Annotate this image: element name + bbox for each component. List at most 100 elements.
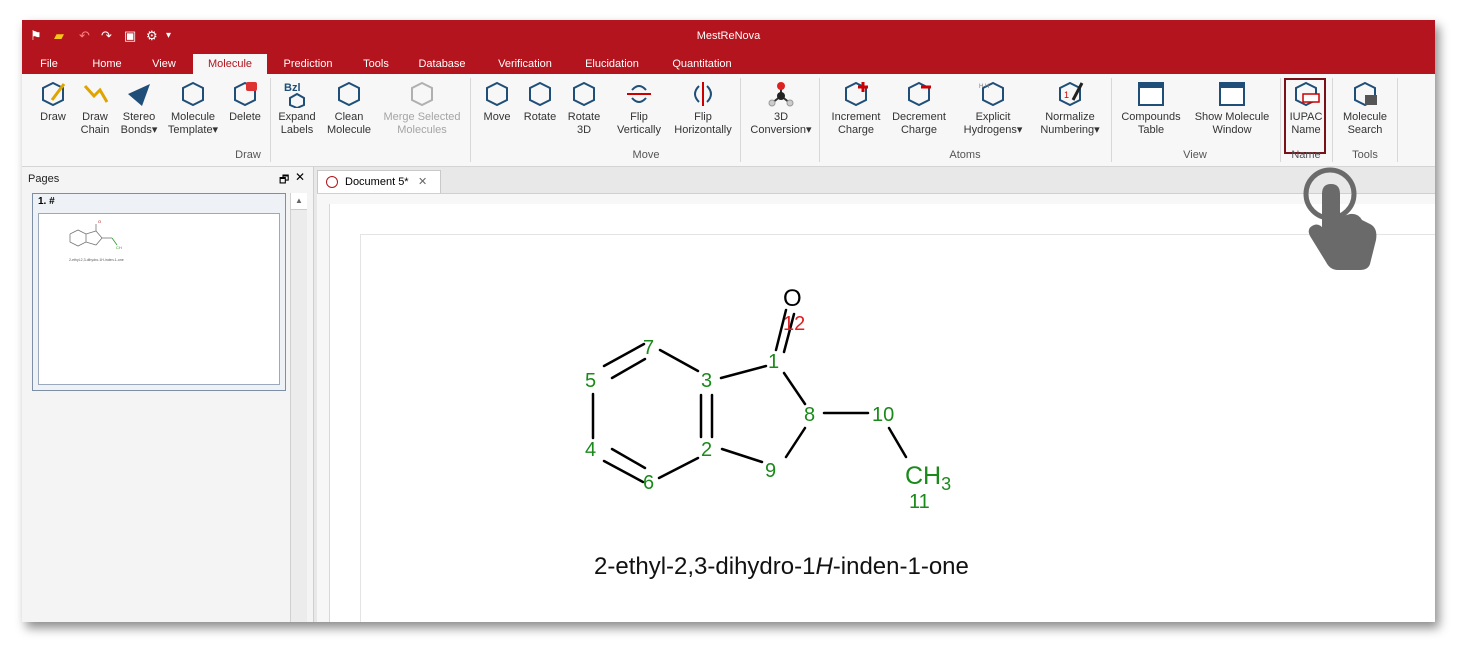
atom-number-2: 2 (701, 439, 713, 461)
merge-selected-molecules-label-line2: Molecules (397, 124, 447, 136)
merge-selected-molecules-button[interactable]: Merge Selected Molecules (380, 80, 464, 137)
pointing-hand-icon (1303, 167, 1377, 270)
tab-label: Document 5* (345, 176, 409, 188)
show-molecule-window-label-line2: Window (1212, 124, 1252, 136)
pages-panel: Pages 🗗 ✕ 1. # O CH 2-ethyl-2,3-dihydro-… (22, 167, 314, 622)
oxygen-atom-number: 12 (783, 313, 806, 335)
clean-molecule-label-line2: Molecule (326, 124, 372, 136)
svg-text:CH: CH (116, 245, 122, 250)
atom-number-11: 11 (909, 491, 930, 513)
pages-scrollbar[interactable]: ▲ (290, 193, 307, 622)
svg-text:Bzl: Bzl (284, 82, 301, 94)
menu-home[interactable]: Home (82, 54, 132, 74)
title-bar: ⚑ ▰ ↶ ↷ ▣ ⚙ ▾ MestReNova (22, 20, 1435, 54)
atom-number-10: 10 (872, 404, 895, 426)
window-title: MestReNova (696, 30, 761, 42)
menu-verification[interactable]: Verification (485, 54, 565, 74)
show-molecule-window-button[interactable]: Show Molecule Window (1190, 80, 1274, 137)
methyl-ch-text: CH (905, 462, 942, 490)
molecule-search-icon (1323, 80, 1407, 108)
ribbon-toolbar: Draw Draw Chain Stereo Bonds▾ Molecule Templat… (22, 74, 1435, 167)
normalize-numbering-icon: 1 (1028, 80, 1112, 108)
group-label-atoms: Atoms (949, 149, 981, 161)
3d-conversion-icon (739, 80, 823, 108)
close-panel-icon[interactable]: ✕ (295, 170, 305, 184)
iupac-name-text: 2-ethyl-2,3-dihydro-1H-inden-1-one (594, 553, 969, 581)
iupac-name-tail: -inden-1-one (832, 553, 969, 580)
compounds-table-label-line2: Table (1137, 124, 1165, 136)
explicit-hydrogens-label-line2: Hydrogens▾ (963, 124, 1023, 136)
atom-number-4: 4 (585, 439, 597, 461)
group-label-tools: Tools (1352, 149, 1378, 161)
svg-text:H H: H H (979, 84, 989, 90)
pages-panel-title: Pages (28, 173, 60, 185)
atom-number-8: 8 (804, 404, 816, 426)
svg-text:O: O (98, 219, 101, 224)
clean-molecule-icon (307, 80, 391, 108)
normalize-numbering-label-line2: Numbering▾ (1040, 124, 1100, 136)
3d-conversion-label-line2: Conversion▾ (750, 124, 812, 136)
document-icon (326, 176, 338, 188)
merge-selected-molecules-label-line1: Merge Selected (383, 111, 461, 123)
menu-database[interactable]: Database (410, 54, 474, 74)
menu-bar: File Home View Molecule Prediction Tools Datab… (22, 54, 1435, 74)
flip-horizontally-button[interactable]: Flip Horizontally (661, 80, 745, 137)
explicit-hydrogens-label-line1: Explicit (975, 111, 1011, 123)
clean-molecule-label-line1: Clean (334, 111, 364, 123)
atom-number-9: 9 (765, 460, 777, 482)
group-label-draw: Draw (235, 149, 261, 161)
svg-text:2-ethyl-2,3-dihydro-1H-inden-1: 2-ethyl-2,3-dihydro-1H-inden-1-one (69, 258, 124, 262)
normalize-numbering-label-line1: Normalize (1045, 111, 1095, 123)
explicit-hydrogens-icon: H H (951, 80, 1035, 108)
close-tab-icon[interactable]: ✕ (418, 171, 427, 193)
menu-view[interactable]: View (142, 54, 186, 74)
atom-number-5: 5 (585, 370, 597, 392)
atom-number-1: 1 (768, 351, 780, 373)
decrement-charge-button[interactable]: Decrement Charge (877, 80, 961, 137)
explicit-hydrogens-button[interactable]: H H Explicit Hydrogens▾ (951, 80, 1035, 137)
flip-horizontally-icon (661, 80, 745, 108)
oxygen-atom-label: O (783, 285, 802, 312)
flip-horizontally-label-line2: Horizontally (674, 124, 732, 136)
show-molecule-window-icon (1190, 80, 1274, 108)
compounds-table-icon (1109, 80, 1193, 108)
molecule-search-label-line2: Search (1347, 124, 1383, 136)
float-panel-icon[interactable]: 🗗 (279, 171, 289, 190)
menu-file[interactable]: File (28, 54, 70, 74)
scroll-up-arrow-icon[interactable]: ▲ (291, 193, 307, 210)
atom-number-3: 3 (701, 370, 713, 392)
page-thumbnail[interactable]: 1. # O CH 2-ethyl-2,3-dihydro-1H-inden-1… (32, 193, 286, 391)
menu-molecule[interactable]: Molecule (193, 54, 267, 74)
decrement-charge-icon (877, 80, 961, 108)
app-window: ⚑ ▰ ↶ ↷ ▣ ⚙ ▾ MestReNova File Home View Mol… (22, 20, 1435, 622)
molecule-template-label-line2: Template▾ (167, 124, 219, 136)
menu-prediction[interactable]: Prediction (275, 54, 341, 74)
molecule-search-label-line1: Molecule (1342, 111, 1388, 123)
compounds-table-button[interactable]: Compounds Table (1109, 80, 1193, 137)
show-molecule-window-label-line1: Show Molecule (1194, 111, 1270, 123)
normalize-numbering-button[interactable]: 1 Normalize Numbering▾ (1028, 80, 1112, 137)
page-thumbnail-label: 1. # (38, 196, 55, 207)
atom-number-6: 6 (643, 472, 655, 494)
decrement-charge-label-line2: Charge (900, 124, 938, 136)
iupac-name-italic: H (815, 553, 833, 580)
3d-conversion-button[interactable]: 3D Conversion▾ (739, 80, 823, 137)
clean-molecule-button[interactable]: Clean Molecule (307, 80, 391, 137)
atom-number-7: 7 (643, 337, 655, 359)
molecule-search-button[interactable]: Molecule Search (1323, 80, 1407, 137)
svg-text:1: 1 (1064, 90, 1069, 100)
tab-document-5[interactable]: Document 5* ✕ (317, 170, 441, 193)
methyl-subscript: 3 (941, 474, 952, 494)
menu-quantitation[interactable]: Quantitation (660, 54, 744, 74)
group-label-name: Name (1291, 149, 1321, 161)
group-label-view: View (1183, 149, 1207, 161)
flip-horizontally-label-line1: Flip (694, 111, 712, 123)
merge-selected-molecules-icon (380, 80, 464, 108)
decrement-charge-label-line1: Decrement (892, 111, 946, 123)
3d-conversion-label-line1: 3D (773, 111, 789, 123)
group-label-move: Move (632, 149, 660, 161)
menu-tools[interactable]: Tools (351, 54, 401, 74)
compounds-table-label-line1: Compounds (1121, 111, 1181, 123)
page-thumbnail-preview: O CH 2-ethyl-2,3-dihydro-1H-inden-1-one (38, 213, 280, 385)
menu-elucidation[interactable]: Elucidation (575, 54, 649, 74)
